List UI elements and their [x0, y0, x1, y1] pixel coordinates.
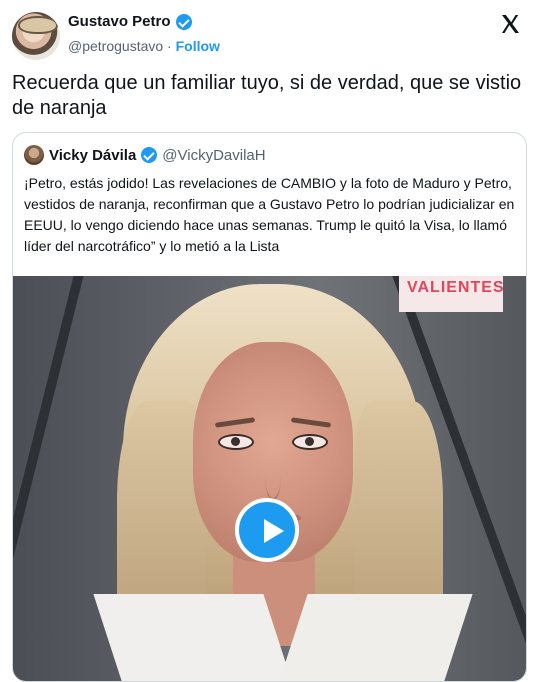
author-avatar[interactable]: [12, 12, 60, 60]
tweet-header: Gustavo Petro @petrogustavo · Follow: [0, 0, 534, 68]
verified-badge-icon: [141, 147, 158, 163]
video-overlay-sign: VALIENTES: [399, 276, 505, 312]
separator-dot: ·: [167, 38, 176, 54]
avatar-hat-shape: [18, 16, 58, 34]
jacket-left: [93, 594, 293, 681]
quoted-author-name[interactable]: Vicky Dávila: [49, 147, 136, 164]
author-name-row: Gustavo Petro: [68, 13, 192, 30]
left-eye: [218, 434, 254, 450]
play-icon[interactable]: [235, 498, 299, 562]
verified-badge-icon: [175, 13, 192, 30]
tweet-text: Recuerda que un familiar tuyo, si de ver…: [12, 72, 522, 119]
quoted-author-handle[interactable]: @VickyDavilaH: [162, 147, 265, 164]
quoted-tweet-header: Vicky Dávila @VickyDavilaH: [24, 145, 266, 165]
jacket-right: [278, 594, 473, 681]
author-handle-row: @petrogustavo · Follow: [68, 38, 220, 54]
author-name[interactable]: Gustavo Petro: [68, 13, 171, 30]
follow-button[interactable]: Follow: [176, 38, 220, 54]
video-thumbnail[interactable]: VALIENTES: [13, 276, 526, 681]
person-nose: [265, 450, 281, 501]
quoted-tweet-text: ¡Petro, estás jodido! Las revelaciones d…: [24, 175, 515, 254]
left-eyebrow: [214, 417, 256, 428]
right-eye: [292, 434, 328, 450]
quoted-author-avatar[interactable]: [24, 145, 44, 165]
x-logo-icon[interactable]: [498, 12, 522, 36]
author-handle[interactable]: @petrogustavo: [68, 38, 163, 54]
right-eyebrow: [290, 417, 332, 428]
background-beam-left: [13, 276, 84, 681]
quoted-tweet-card[interactable]: Vicky Dávila @VickyDavilaH ¡Petro, estás…: [12, 132, 527, 682]
video-overlay-text: VALIENTES: [407, 279, 505, 296]
